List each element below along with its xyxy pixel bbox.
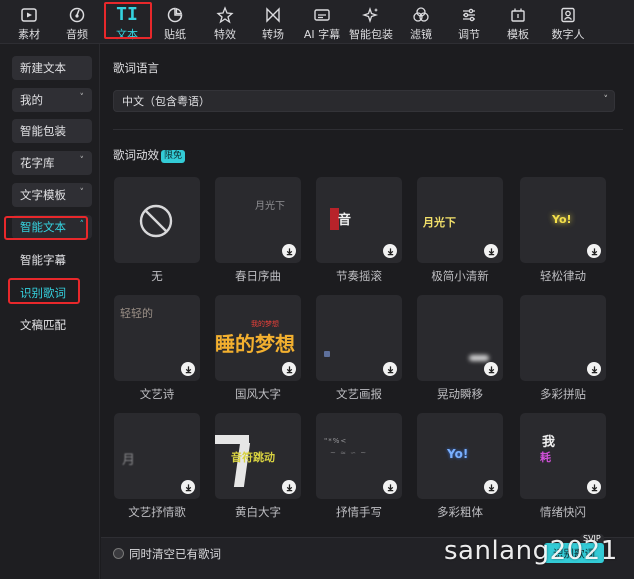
download-icon[interactable] [587, 244, 601, 258]
template-icon [509, 4, 527, 25]
tool-ai-caption[interactable]: AI 字幕 [302, 0, 342, 42]
language-select[interactable]: 中文（包含粤语） ˅ [113, 90, 615, 112]
animation-thumb[interactable] [316, 295, 402, 381]
download-icon[interactable] [383, 480, 397, 494]
clear-lyrics-label: 同时清空已有歌词 [129, 547, 221, 561]
animation-card[interactable]: 我的梦想 睡的梦想 国风大字 [215, 295, 301, 402]
bottom-bar: 同时清空已有歌词 识别歌词 SVIP [101, 534, 634, 579]
filter-icon [412, 4, 430, 25]
tool-text[interactable]: TI 文本 [110, 0, 144, 42]
tool-sticker[interactable]: 贴纸 [160, 0, 190, 42]
sidebar-new-text-button[interactable]: 新建文本 [12, 56, 92, 80]
download-icon[interactable] [383, 244, 397, 258]
animation-card[interactable]: 音 节奏摇滚 [316, 177, 402, 284]
animation-card[interactable]: 月光下 春日序曲 [215, 177, 301, 284]
sidebar-flower-text-button[interactable]: 花字库 ˅ [12, 151, 92, 175]
download-icon[interactable] [181, 480, 195, 494]
sidebar-mine-button[interactable]: 我的 ˅ [12, 88, 92, 112]
sidebar-recognize-lyrics-link[interactable]: 识别歌词 [20, 285, 66, 301]
top-toolbar: 素材 音频 TI 文本 贴纸 特效 转场 AI 字幕 智能包装 滤镜 调节 模板… [0, 0, 634, 44]
animation-card[interactable]: 晃动瞬移 [417, 295, 503, 402]
media-icon [20, 4, 38, 25]
download-icon[interactable] [587, 480, 601, 494]
animation-thumb[interactable]: Yo! [520, 177, 606, 263]
animation-thumb[interactable]: 月光下 [215, 177, 301, 263]
sidebar-text-template-button[interactable]: 文字模板 ˅ [12, 183, 92, 207]
download-icon[interactable] [587, 362, 601, 376]
animation-card[interactable]: 文艺画报 [316, 295, 402, 402]
animation-thumb[interactable] [114, 177, 200, 263]
tool-audio[interactable]: 音频 [62, 0, 92, 42]
chevron-down-icon: ˅ [79, 93, 85, 103]
animation-thumb[interactable]: "*%< ~ ≈ ∽ ~ [316, 413, 402, 499]
download-icon[interactable] [484, 244, 498, 258]
chevron-down-icon: ˅ [603, 95, 609, 105]
animation-card[interactable]: 月光下 极简小清新 [417, 177, 503, 284]
sidebar-script-match-link[interactable]: 文稿匹配 [20, 317, 66, 333]
transition-icon [264, 4, 282, 25]
animation-card[interactable]: 音符跳动 黄白大字 [215, 413, 301, 520]
sidebar-smart-caption-link[interactable]: 智能字幕 [20, 252, 66, 268]
animation-card[interactable]: 轻轻的 文艺诗 [114, 295, 200, 402]
audio-icon [68, 4, 86, 25]
clear-lyrics-checkbox[interactable] [113, 548, 124, 559]
download-icon[interactable] [383, 362, 397, 376]
animation-thumb[interactable]: 我 耗 [520, 413, 606, 499]
digital-human-icon [559, 4, 577, 25]
sticker-icon [166, 4, 184, 25]
tool-template[interactable]: 模板 [503, 0, 533, 42]
download-icon[interactable] [282, 480, 296, 494]
adjust-icon [460, 4, 478, 25]
tool-filter[interactable]: 滤镜 [406, 0, 436, 42]
animation-thumb[interactable]: 音 [316, 177, 402, 263]
smart-package-icon [362, 4, 380, 25]
free-badge: 限免 [161, 150, 186, 163]
animation-thumb[interactable]: 轻轻的 [114, 295, 200, 381]
svip-badge: SVIP [580, 534, 604, 543]
tool-adjust[interactable]: 调节 [454, 0, 484, 42]
effects-icon [216, 4, 234, 25]
animation-card[interactable]: Yo! 多彩粗体 [417, 413, 503, 520]
sidebar: 新建文本 我的 ˅ 智能包装 花字库 ˅ 文字模板 ˅ 智能文本 ˄ 智能字幕 … [0, 44, 100, 579]
animation-card-none[interactable]: 无 [114, 177, 200, 284]
animation-thumb[interactable]: 我的梦想 睡的梦想 [215, 295, 301, 381]
lyrics-language-title: 歌词语言 [113, 61, 159, 75]
ai-caption-icon [313, 4, 331, 25]
tool-digital-human[interactable]: 数字人 [548, 0, 588, 42]
download-icon[interactable] [181, 362, 195, 376]
download-icon[interactable] [282, 362, 296, 376]
start-recognize-button[interactable]: 识别歌词 [544, 543, 604, 563]
animation-card[interactable]: "*%< ~ ≈ ∽ ~ 抒情手写 [316, 413, 402, 520]
animation-thumb[interactable]: 音符跳动 [215, 413, 301, 499]
text-icon: TI [116, 4, 138, 25]
chevron-up-icon: ˄ [79, 220, 85, 230]
animation-thumb[interactable] [520, 295, 606, 381]
divider [113, 129, 623, 130]
main-panel: 歌词语言 中文（包含粤语） ˅ 歌词动效 限免 无 月光下 春日序曲 音 节奏摇… [101, 44, 634, 579]
animation-card[interactable]: 月 文艺抒情歌 [114, 413, 200, 520]
tool-smart-package[interactable]: 智能包装 [349, 0, 393, 42]
tool-transition[interactable]: 转场 [258, 0, 288, 42]
download-icon[interactable] [282, 244, 296, 258]
animation-card[interactable]: 我 耗 情绪快闪 [520, 413, 606, 520]
animation-thumb[interactable]: 月 [114, 413, 200, 499]
lyrics-animation-title: 歌词动效 限免 [113, 147, 186, 163]
download-icon[interactable] [484, 480, 498, 494]
chevron-down-icon: ˅ [79, 188, 85, 198]
tool-media[interactable]: 素材 [14, 0, 44, 42]
animation-card[interactable]: Yo! 轻松律动 [520, 177, 606, 284]
chevron-down-icon: ˅ [79, 156, 85, 166]
animation-card[interactable]: 多彩拼贴 [520, 295, 606, 402]
animation-thumb[interactable]: Yo! [417, 413, 503, 499]
none-icon [139, 204, 173, 238]
animation-thumb[interactable] [417, 295, 503, 381]
download-icon[interactable] [484, 362, 498, 376]
tool-effects[interactable]: 特效 [210, 0, 240, 42]
sidebar-smart-package-button[interactable]: 智能包装 [12, 119, 92, 143]
sidebar-smart-text-button[interactable]: 智能文本 ˄ [12, 215, 92, 239]
animation-thumb[interactable]: 月光下 [417, 177, 503, 263]
